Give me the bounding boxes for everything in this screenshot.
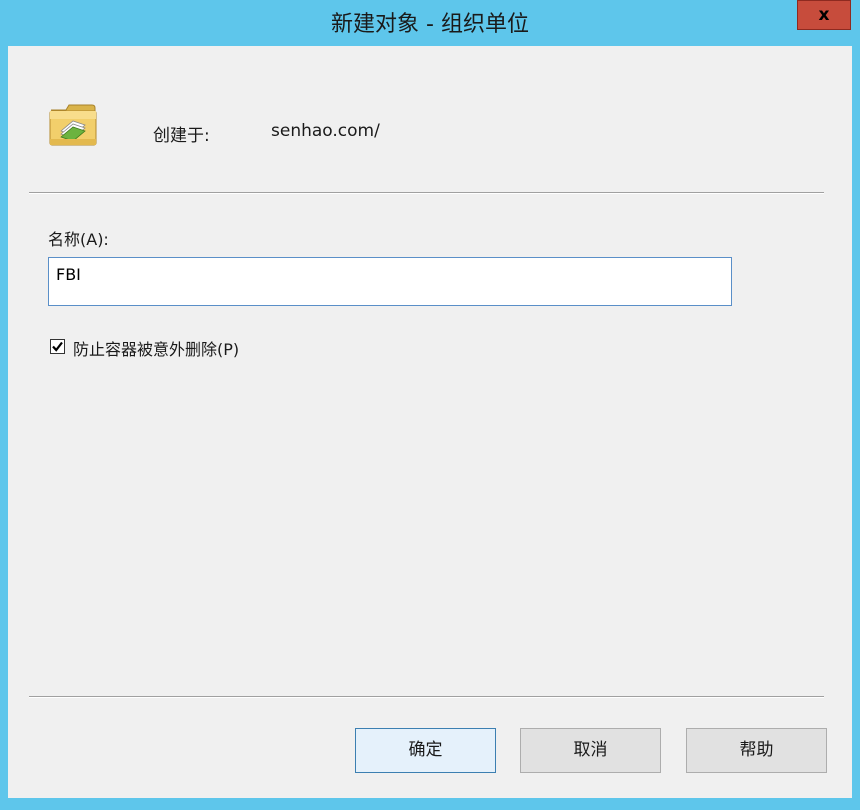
dialog-window: 新建对象 - 组织单位 x 创建于: senhao.com/ 名称(A): FB… [0, 0, 860, 810]
close-icon: x [818, 5, 830, 25]
name-input[interactable] [48, 257, 732, 306]
dialog-client-area: 创建于: senhao.com/ 名称(A): 防止容器被意外删除(P) 确定 … [8, 46, 852, 798]
cancel-button[interactable]: 取消 [520, 728, 661, 773]
title-bar[interactable]: 新建对象 - 组织单位 x [0, 0, 860, 46]
name-label: 名称(A): [48, 230, 109, 249]
protect-checkbox-label[interactable]: 防止容器被意外删除(P) [73, 336, 239, 360]
window-title: 新建对象 - 组织单位 [331, 12, 529, 37]
created-in-label: 创建于: [153, 126, 210, 146]
close-button[interactable]: x [797, 0, 851, 30]
created-in-value: senhao.com/ [271, 121, 380, 141]
divider [29, 696, 824, 698]
ok-button[interactable]: 确定 [355, 728, 496, 773]
checkbox-checked-icon[interactable] [50, 339, 65, 354]
help-button[interactable]: 帮助 [686, 728, 827, 773]
divider [29, 192, 824, 194]
folder-icon [48, 101, 98, 149]
